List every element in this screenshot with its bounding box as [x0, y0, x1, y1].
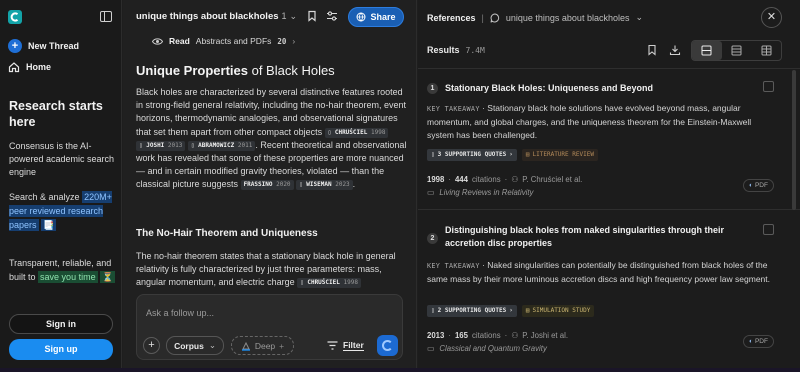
chat-bubble-icon — [490, 12, 499, 23]
view-toggle — [691, 40, 782, 61]
follow-up-box: Ask a follow up... + Corpus ⌄ Deep + Fil… — [136, 294, 403, 360]
card-chips: ▯ 2 SUPPORTING QUOTES › ▤ SIMULATION STU… — [427, 305, 595, 317]
new-thread-label: New Thread — [28, 41, 80, 51]
bottom-strip — [0, 368, 800, 372]
select-checkbox[interactable] — [763, 224, 774, 235]
answer-paragraph-2: The no-hair theorem states that a statio… — [136, 251, 396, 289]
card-title[interactable]: Distinguishing black holes from naked si… — [445, 224, 745, 250]
home-label: Home — [26, 62, 52, 72]
citation-chip[interactable]: ▯ CHRUŚCIEL 1998 — [297, 278, 361, 289]
read-count: 20 — [277, 36, 287, 46]
highlight-save-time: save you time — [38, 271, 98, 283]
view-list-button[interactable] — [722, 41, 752, 60]
citation-chip[interactable]: ▯ ABRAMOWICZ 2011 — [187, 140, 256, 151]
collapse-sidebar-icon[interactable] — [100, 11, 112, 22]
card-takeaway: KEY TAKEAWAY · Naked singularities can p… — [427, 260, 770, 284]
send-button[interactable] — [377, 335, 398, 356]
card-meta: 2013 · 165 citations · ⚇ P. Joshi et al. — [427, 331, 569, 340]
view-card-button[interactable] — [692, 41, 722, 60]
promo-description: Consensus is the AI-powered academic sea… — [9, 141, 115, 177]
card-view-icon — [701, 45, 712, 56]
bookmark-icon[interactable] — [646, 44, 658, 56]
papers-emoji-icon: 📑 — [41, 219, 57, 231]
promo-title: Research starts here — [9, 99, 103, 129]
corpus-dropdown[interactable]: Corpus ⌄ — [166, 336, 224, 355]
results-count: Results 7.4M — [427, 45, 485, 55]
pdf-icon: ◐ — [749, 338, 753, 345]
deep-toggle[interactable]: Deep + — [231, 336, 294, 355]
list-view-icon — [731, 45, 742, 56]
section-heading: The No-Hair Theorem and Uniqueness — [136, 228, 318, 239]
references-query[interactable]: unique things about blackholes — [506, 13, 630, 23]
globe-icon — [356, 12, 366, 22]
thread-version: 1 — [281, 11, 287, 21]
card-takeaway: KEY TAKEAWAY · Stationary black hole sol… — [427, 103, 752, 140]
study-type-badge: ▤ LITERATURE REVIEW — [521, 149, 598, 161]
consensus-logo[interactable] — [8, 10, 22, 24]
citation-chip[interactable]: ▯ WISEMAN 2023 — [296, 180, 353, 191]
card-chips: ▯ 3 SUPPORTING QUOTES › ▤ LITERATURE REV… — [427, 149, 598, 161]
download-icon[interactable] — [669, 44, 681, 56]
home-icon — [8, 62, 20, 73]
settings-sliders-icon[interactable] — [326, 10, 338, 22]
new-thread-button[interactable]: + New Thread — [8, 39, 79, 53]
sign-up-button[interactable]: Sign up — [9, 339, 113, 360]
sidebar: + New Thread Home Research starts here C… — [0, 0, 122, 372]
pdf-badge[interactable]: ◐ PDF — [743, 179, 774, 192]
book-icon: ▭ — [427, 188, 435, 197]
bookmark-icon[interactable] — [306, 10, 318, 22]
card-journal: ▭ Classical and Quantum Gravity — [427, 344, 547, 353]
chevron-down-icon[interactable]: ⌄ — [635, 12, 643, 23]
hourglass-emoji-icon: ⏳ — [100, 271, 116, 283]
eye-icon — [152, 37, 163, 45]
book-icon: ▭ — [427, 344, 435, 353]
answer-title: Unique Properties of Black Holes — [136, 63, 335, 78]
author-icon: ⚇ — [511, 175, 519, 184]
plus-icon: + — [8, 39, 22, 53]
close-button[interactable]: ✕ — [761, 7, 782, 28]
select-checkbox[interactable] — [763, 81, 774, 92]
share-button[interactable]: Share — [348, 7, 404, 27]
plus-icon: + — [279, 340, 285, 351]
scrollbar[interactable] — [792, 70, 796, 210]
filter-icon — [327, 341, 338, 350]
pdf-badge[interactable]: ◐ PDF — [743, 335, 774, 348]
card-number: 1 — [427, 83, 438, 94]
citation-chip[interactable]: FRASSINO 2020 — [240, 180, 294, 191]
view-table-button[interactable] — [751, 41, 781, 60]
loading-spinner-icon — [382, 340, 393, 351]
references-title: References — [427, 12, 476, 23]
home-link[interactable]: Home — [8, 61, 51, 73]
card-meta: 1998 · 444 citations · ⚇ P. Chruściel et… — [427, 175, 583, 184]
supporting-quotes-button[interactable]: ▯ 2 SUPPORTING QUOTES › — [427, 305, 517, 317]
chevron-down-icon: ⌄ — [289, 11, 298, 21]
chevron-down-icon: ⌄ — [208, 340, 216, 350]
deep-search-icon — [241, 341, 250, 351]
filter-button[interactable]: Filter — [327, 340, 364, 351]
promo-search-feature: Search & analyze 220M+ peer reviewed res… — [9, 191, 112, 231]
sign-in-button[interactable]: Sign in — [9, 314, 113, 334]
promo-time-feature: Transparent, reliable, and built to save… — [9, 258, 116, 283]
sources-read-row[interactable]: Read Abstracts and PDFs 20 › — [152, 36, 295, 46]
study-type-badge: ▤ SIMULATION STUDY — [521, 305, 595, 317]
pdf-icon: ◐ — [749, 182, 753, 189]
table-view-icon — [761, 45, 772, 56]
author-icon: ⚇ — [511, 331, 519, 340]
thread-title[interactable]: unique things about blackholes 1 ⌄ — [136, 11, 297, 22]
answer-panel: unique things about blackholes 1 ⌄ Share R… — [123, 0, 417, 372]
card-title[interactable]: Stationary Black Holes: Uniqueness and B… — [445, 82, 745, 95]
attach-plus-button[interactable]: + — [143, 337, 160, 354]
references-header: References | unique things about blackho… — [427, 12, 644, 23]
card-journal: ▭ Living Reviews in Relativity — [427, 188, 534, 197]
card-number: 2 — [427, 233, 438, 244]
chevron-right-icon: › — [292, 36, 296, 46]
citation-chip[interactable]: ▯ JOSHI 2013 — [136, 140, 186, 151]
answer-paragraph-1: Black holes are characterized by several… — [136, 87, 407, 191]
references-panel: References | unique things about blackho… — [418, 0, 800, 372]
citation-chip[interactable]: ▯ CHRUŚCIEL 1998 — [324, 127, 389, 138]
supporting-quotes-button[interactable]: ▯ 3 SUPPORTING QUOTES › — [427, 149, 517, 161]
follow-up-input[interactable]: Ask a follow up... — [146, 308, 214, 318]
